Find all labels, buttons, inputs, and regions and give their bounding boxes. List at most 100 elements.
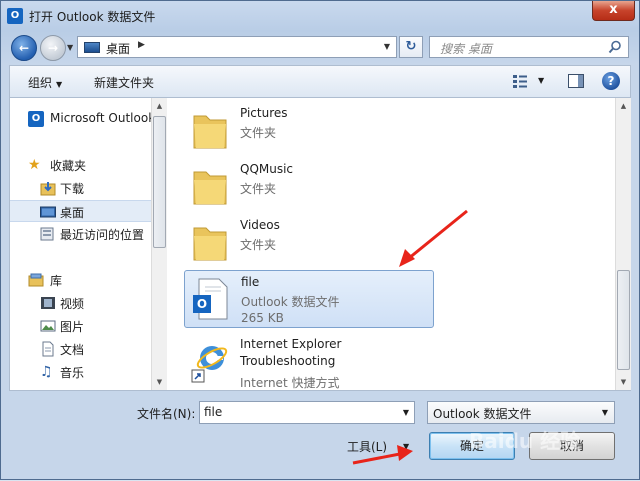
scroll-down-icon[interactable]: ▼ — [152, 374, 167, 390]
download-folder-icon — [40, 182, 56, 196]
file-type: Outlook 数据文件 — [241, 295, 340, 309]
address-bar[interactable]: 桌面 ▶ ▼ — [77, 36, 397, 58]
file-size: 265 KB — [241, 311, 284, 325]
sidebar-item-favorites[interactable]: ★ 收藏夹 — [10, 154, 151, 176]
close-button[interactable]: x — [592, 1, 635, 21]
file-name: Pictures — [240, 106, 288, 120]
file-list: Pictures 文件夹 QQMusic 文件夹 Videos 文件夹 O fi… — [168, 98, 616, 390]
view-dropdown-icon[interactable]: ▼ — [538, 76, 544, 85]
back-button[interactable]: ← — [11, 35, 37, 61]
outlook-icon: O — [7, 8, 23, 24]
navigation-pane: O Microsoft Outlook ★ 收藏夹 下载 桌面 最近访问的位置 … — [10, 98, 151, 390]
sidebar-item-label: 下载 — [60, 182, 85, 196]
desktop-icon — [84, 42, 100, 53]
filename-input[interactable]: file ▼ — [199, 401, 415, 424]
sidebar-item-label: 图片 — [60, 320, 85, 334]
search-input[interactable]: 搜索 桌面 — [429, 36, 629, 58]
folder-icon — [193, 115, 227, 149]
scroll-thumb[interactable] — [153, 116, 166, 248]
list-item-selected[interactable]: O file Outlook 数据文件 265 KB — [184, 270, 434, 328]
sidebar-item-label: 音乐 — [60, 366, 85, 380]
open-dialog-window: O 打开 Outlook 数据文件 x ← → ▼ 桌面 ▶ ▼ ↻ 搜索 桌面… — [0, 0, 640, 480]
picture-icon — [40, 320, 56, 332]
filename-dropdown-icon[interactable]: ▼ — [403, 408, 409, 417]
sidebar-item-music[interactable]: ♫ 音乐 — [10, 361, 151, 383]
sidebar-item-label: 收藏夹 — [50, 159, 87, 173]
main-content: O Microsoft Outlook ★ 收藏夹 下载 桌面 最近访问的位置 … — [9, 97, 631, 391]
scroll-down-icon[interactable]: ▼ — [616, 374, 631, 390]
window-title: 打开 Outlook 数据文件 — [29, 10, 156, 24]
library-icon — [28, 273, 44, 287]
sidebar-item-label: 桌面 — [60, 206, 85, 220]
list-item[interactable]: Videos 文件夹 — [184, 214, 434, 270]
file-name: Videos — [240, 218, 280, 232]
navigation-pane-scrollbar[interactable]: ▲ ▼ — [151, 98, 167, 390]
new-folder-button[interactable]: 新建文件夹 — [94, 74, 154, 91]
outlook-icon: O — [28, 111, 44, 127]
search-placeholder: 搜索 桌面 — [440, 42, 492, 56]
sidebar-item-desktop[interactable]: 桌面 — [10, 200, 151, 222]
address-location[interactable]: 桌面 — [106, 40, 130, 57]
tools-dropdown-icon[interactable]: ▼ — [403, 442, 409, 451]
filename-label: 文件名(N): — [137, 407, 196, 421]
command-bar: 组织 ▼ 新建文件夹 ▼ ? — [9, 65, 631, 97]
file-type: 文件夹 — [240, 126, 277, 140]
sidebar-item-downloads[interactable]: 下载 — [10, 177, 151, 199]
scroll-thumb[interactable] — [617, 270, 630, 370]
change-view-icon[interactable] — [512, 74, 528, 88]
preview-pane-icon[interactable] — [568, 74, 584, 88]
file-type: 文件夹 — [240, 238, 277, 252]
file-name: QQMusic — [240, 162, 294, 176]
scroll-up-icon[interactable]: ▲ — [152, 98, 167, 114]
file-type-value: Outlook 数据文件 — [433, 407, 532, 421]
sidebar-item-recent-places[interactable]: 最近访问的位置 — [10, 223, 151, 245]
outlook-data-file-icon: O — [193, 278, 228, 320]
forward-button[interactable]: → — [40, 35, 66, 61]
sidebar-item-pictures[interactable]: 图片 — [10, 315, 151, 337]
video-icon — [41, 297, 55, 309]
file-type: 文件夹 — [240, 182, 277, 196]
file-name: file — [241, 275, 260, 289]
document-icon — [42, 341, 54, 357]
folder-icon — [193, 171, 227, 205]
list-item[interactable]: QQMusic 文件夹 — [184, 158, 434, 214]
file-list-scrollbar[interactable]: ▲ ▼ — [615, 98, 631, 390]
recent-locations-dropdown-icon[interactable]: ▼ — [67, 43, 73, 52]
recent-places-icon — [40, 227, 54, 241]
sidebar-item-documents[interactable]: 文档 — [10, 338, 151, 360]
help-icon[interactable]: ? — [602, 72, 620, 90]
svg-text:O: O — [197, 297, 207, 311]
sidebar-item-outlook[interactable]: O Microsoft Outlook — [10, 108, 151, 130]
file-type: Internet 快捷方式 — [240, 376, 340, 390]
list-item[interactable]: Pictures 文件夹 — [184, 102, 434, 158]
breadcrumb-chevron-icon[interactable]: ▶ — [138, 40, 145, 50]
filename-value[interactable]: file — [204, 405, 222, 419]
sidebar-item-label: 文档 — [60, 343, 85, 357]
file-name: Internet Explorer Troubleshooting — [240, 337, 342, 368]
watermark-logo: Baidu 经验 — [469, 429, 581, 453]
sidebar-item-label: 最近访问的位置 — [60, 228, 145, 242]
refresh-button[interactable]: ↻ — [399, 36, 423, 58]
list-item[interactable]: Internet Explorer Troubleshooting Intern… — [184, 334, 434, 390]
refresh-icon: ↻ — [405, 39, 417, 54]
search-icon — [608, 40, 621, 54]
back-arrow-icon: ← — [18, 41, 30, 55]
file-type-dropdown-icon[interactable]: ▼ — [602, 408, 608, 417]
music-icon: ♫ — [40, 364, 53, 380]
tools-button[interactable]: 工具(L) — [347, 438, 387, 455]
sidebar-item-label: 视频 — [60, 297, 85, 311]
title-bar[interactable]: O 打开 Outlook 数据文件 x — [1, 1, 640, 31]
forward-arrow-icon: → — [47, 41, 59, 55]
address-dropdown-icon[interactable]: ▼ — [384, 42, 390, 51]
sidebar-item-videos[interactable]: 视频 — [10, 292, 151, 314]
desktop-icon — [40, 206, 56, 218]
close-icon: x — [609, 2, 618, 17]
star-icon: ★ — [28, 157, 41, 173]
file-type-select[interactable]: Outlook 数据文件 ▼ — [427, 401, 615, 424]
organize-caret-icon: ▼ — [56, 80, 63, 89]
organize-button[interactable]: 组织 ▼ — [28, 74, 62, 91]
sidebar-item-label: Microsoft Outlook — [50, 111, 151, 125]
folder-icon — [193, 227, 227, 261]
sidebar-item-libraries[interactable]: 库 — [10, 269, 151, 291]
scroll-up-icon[interactable]: ▲ — [616, 98, 631, 114]
